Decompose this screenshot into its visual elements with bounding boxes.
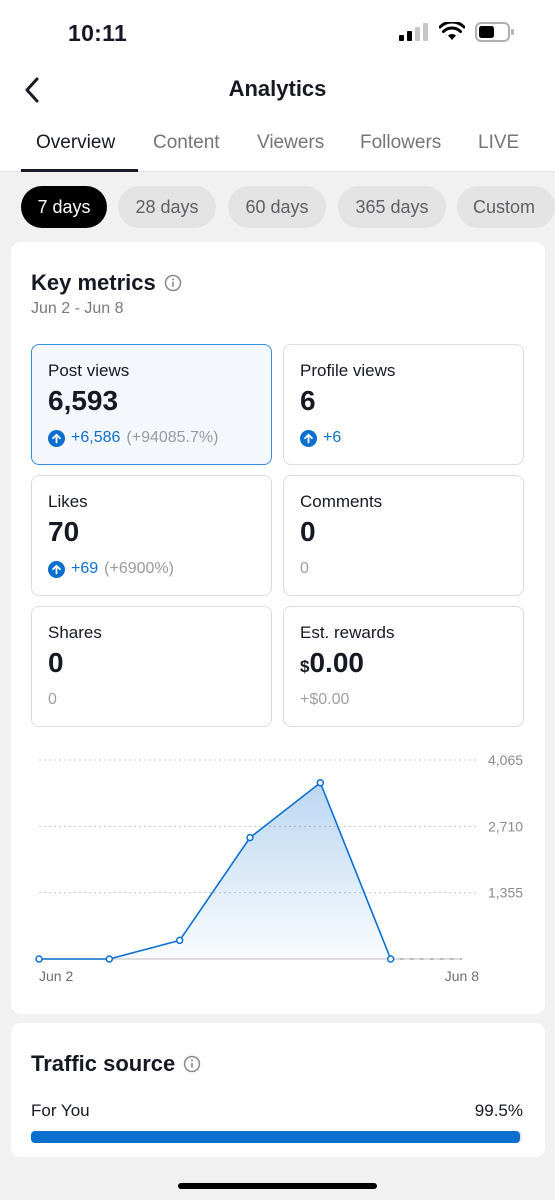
chart-point <box>105 955 114 963</box>
metric-delta-value: 0 <box>48 691 57 708</box>
active-tab-indicator <box>21 169 138 172</box>
battery-icon <box>475 22 514 42</box>
chart-point <box>386 955 395 963</box>
metric-card-post-views[interactable]: Post views 6,593 +6,586 (+94085.7%) <box>31 344 272 465</box>
metric-delta-percent: (+94085.7%) <box>126 429 219 446</box>
metric-value: 70 <box>48 516 80 547</box>
traffic-source-title: Traffic source <box>31 1051 176 1076</box>
metric-value: 6,593 <box>48 385 119 416</box>
traffic-source-header: Traffic source <box>31 1051 201 1077</box>
key-metrics-title: Key metrics <box>31 270 156 295</box>
traffic-source-value: 99.5% <box>474 1101 523 1120</box>
traffic-source-label: For You <box>31 1101 90 1120</box>
metric-delta: +$0.00 <box>300 691 349 709</box>
chip-28-days[interactable]: 28 days <box>118 186 216 228</box>
metric-card-comments[interactable]: Comments 0 0 <box>283 475 524 596</box>
metric-value: 0 <box>300 516 316 547</box>
status-icons <box>399 22 515 42</box>
y-tick-label: 2,710 <box>488 818 523 834</box>
chart-point <box>175 936 184 945</box>
top-area: 10:11 Analytics Overview Content Viewers… <box>0 0 555 172</box>
wifi-icon <box>439 22 465 40</box>
key-metrics-card: Key metrics Jun 2 - Jun 8 Post views 6,5… <box>11 242 545 1014</box>
up-arrow-icon <box>48 560 65 578</box>
chip-custom[interactable]: Custom <box>457 186 555 228</box>
status-time: 10:11 <box>68 20 128 46</box>
traffic-bar-track <box>31 1131 522 1143</box>
x-tick-label: Jun 8 <box>445 968 479 984</box>
date-range-label: Jun 2 - Jun 8 <box>31 300 124 317</box>
metric-label: Post views <box>48 361 130 380</box>
post-views-chart: 1,355 2,710 4,065 Jun 2 Jun 8 <box>35 752 523 984</box>
traffic-source-card: Traffic source For You 99.5% <box>11 1023 545 1157</box>
metric-delta-value: +6,586 <box>71 429 121 446</box>
metric-label: Comments <box>300 492 383 511</box>
metric-delta: +6 <box>300 429 341 447</box>
metric-value-amount: 0.00 <box>309 647 364 678</box>
nav-bar: Analytics <box>0 64 555 120</box>
metric-value: 6 <box>300 385 316 416</box>
key-metrics-header: Key metrics <box>31 270 182 296</box>
tab-live[interactable]: LIVE <box>478 132 519 154</box>
home-indicator <box>178 1183 377 1189</box>
x-tick-label: Jun 2 <box>39 968 73 984</box>
chart-point <box>35 955 43 963</box>
metric-delta-value: 0 <box>300 560 309 577</box>
metric-delta: +6,586 (+94085.7%) <box>48 429 218 447</box>
tab-bar: Overview Content Viewers Followers LIVE <box>0 120 555 172</box>
metric-card-profile-views[interactable]: Profile views 6 +6 <box>283 344 524 465</box>
metric-value: 0 <box>48 647 64 678</box>
traffic-bar-fill <box>31 1131 520 1143</box>
metric-value: $0.00 <box>300 647 364 679</box>
metric-label: Est. rewards <box>300 623 395 642</box>
up-arrow-icon <box>48 429 65 447</box>
cellular-signal-icon <box>399 23 428 41</box>
metric-card-likes[interactable]: Likes 70 +69 (+6900%) <box>31 475 272 596</box>
date-range-chips: 7 days 28 days 60 days 365 days Custom <box>0 186 555 228</box>
traffic-row-for-you: For You 99.5% <box>31 1101 523 1121</box>
y-tick-label: 4,065 <box>488 752 523 768</box>
tab-followers[interactable]: Followers <box>360 132 441 154</box>
metric-delta-value: +69 <box>71 560 99 577</box>
chart-area <box>39 782 391 959</box>
metric-label: Likes <box>48 492 88 511</box>
y-tick-label: 1,355 <box>488 885 523 901</box>
tab-content[interactable]: Content <box>153 132 220 154</box>
metric-delta: 0 <box>300 560 309 578</box>
chip-60-days[interactable]: 60 days <box>228 186 326 228</box>
metric-delta-value: +6 <box>323 429 342 446</box>
page-title: Analytics <box>228 76 327 101</box>
metric-label: Profile views <box>300 361 396 380</box>
chart-point <box>316 779 325 787</box>
metric-delta: +69 (+6900%) <box>48 560 174 578</box>
chart-point <box>246 833 254 842</box>
metric-card-shares[interactable]: Shares 0 0 <box>31 606 272 727</box>
tab-overview[interactable]: Overview <box>36 132 115 154</box>
metric-delta: 0 <box>48 691 57 709</box>
up-arrow-icon <box>300 429 317 447</box>
info-icon[interactable] <box>183 1055 201 1073</box>
chip-365-days[interactable]: 365 days <box>338 186 446 228</box>
info-icon[interactable] <box>164 274 182 292</box>
metric-delta-percent: (+6900%) <box>104 560 174 577</box>
metric-delta-value: +$0.00 <box>300 691 350 708</box>
chip-7-days[interactable]: 7 days <box>21 186 107 228</box>
status-bar: 10:11 <box>0 0 555 64</box>
metric-label: Shares <box>48 623 102 642</box>
tab-viewers[interactable]: Viewers <box>257 132 324 154</box>
metric-card-est-rewards[interactable]: Est. rewards $0.00 +$0.00 <box>283 606 524 727</box>
